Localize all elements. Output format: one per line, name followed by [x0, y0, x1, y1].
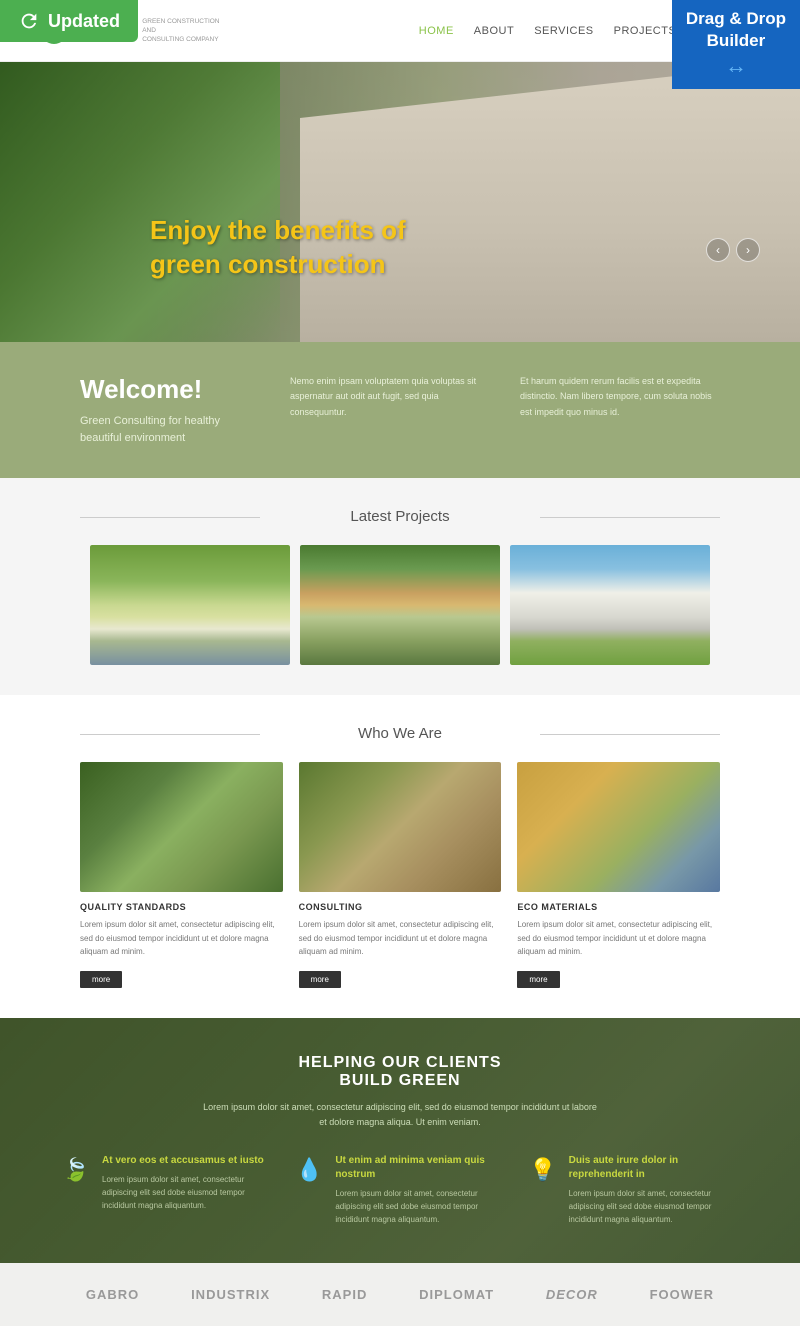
partner-diplomat: DIPLOMAT: [419, 1287, 494, 1302]
hero-arrows: ‹ ›: [706, 238, 760, 262]
welcome-text2: Et harum quidem rerum facilis est et exp…: [520, 374, 720, 420]
dnd-line2: Builder: [707, 31, 766, 50]
dnd-badge: Drag & Drop Builder ↔: [672, 0, 800, 89]
updated-badge: Updated: [0, 0, 138, 42]
helping-card-content-1: At vero eos et accusamus et iusto Lorem …: [102, 1154, 273, 1212]
who-more-btn-3[interactable]: more: [517, 971, 559, 988]
helping-icon-2: 💧: [293, 1154, 325, 1186]
hero-content: Enjoy the benefits of green construction: [150, 214, 406, 282]
partner-gabro: GABRO: [86, 1287, 139, 1302]
who-card-text-3: Lorem ipsum dolor sit amet, consectetur …: [517, 918, 720, 959]
hero-next-button[interactable]: ›: [736, 238, 760, 262]
hero-title: Enjoy the benefits of green construction: [150, 214, 406, 282]
who-card-title-2: CONSULTING: [299, 902, 502, 912]
project-card-2[interactable]: [300, 545, 500, 665]
welcome-section: Welcome! Green Consulting for healthy be…: [0, 342, 800, 478]
welcome-subtitle: Green Consulting for healthy beautiful e…: [80, 413, 260, 446]
helping-card-text-3: Lorem ipsum dolor sit amet, consectetur …: [569, 1188, 740, 1226]
who-card-title-3: ECO MATERIALS: [517, 902, 720, 912]
updated-label: Updated: [48, 11, 120, 32]
hero-prev-button[interactable]: ‹: [706, 238, 730, 262]
helping-card-title-2: Ut enim ad minima veniam quis nostrum: [335, 1154, 506, 1182]
partner-decor: decor: [546, 1287, 598, 1302]
who-card-title-1: QUALITY STANDARDS: [80, 902, 283, 912]
hero-plant-overlay: [0, 62, 280, 342]
project-image-1: [90, 545, 290, 665]
project-image-2: [300, 545, 500, 665]
helping-grid: 🍃 At vero eos et accusamus et iusto Lore…: [60, 1154, 740, 1226]
helping-icon-3: 💡: [527, 1154, 559, 1186]
helping-subtitle: Lorem ipsum dolor sit amet, consectetur …: [200, 1100, 600, 1131]
refresh-icon: [18, 10, 40, 32]
helping-card-text-1: Lorem ipsum dolor sit amet, consectetur …: [102, 1174, 273, 1212]
helping-card-title-3: Duis aute irure dolor in reprehenderit i…: [569, 1154, 740, 1182]
helping-card-title-1: At vero eos et accusamus et iusto: [102, 1154, 273, 1168]
who-card-text-2: Lorem ipsum dolor sit amet, consectetur …: [299, 918, 502, 959]
who-image-1: [80, 762, 283, 892]
project-card-1[interactable]: [90, 545, 290, 665]
who-more-btn-2[interactable]: more: [299, 971, 341, 988]
dnd-line1: Drag & Drop: [686, 9, 786, 28]
helping-card-3: 💡 Duis aute irure dolor in reprehenderit…: [527, 1154, 740, 1226]
helping-section: HELPING OUR CLIENTSBUILD GREEN Lorem ips…: [0, 1018, 800, 1263]
partner-rapid: RAPID: [322, 1287, 367, 1302]
helping-card-1: 🍃 At vero eos et accusamus et iusto Lore…: [60, 1154, 273, 1226]
nav-services[interactable]: SERVICES: [534, 25, 593, 37]
welcome-title: Welcome!: [80, 374, 260, 405]
dnd-arrows-icon: ↔: [686, 52, 786, 81]
who-card-3: ECO MATERIALS Lorem ipsum dolor sit amet…: [517, 762, 720, 988]
who-card-text-1: Lorem ipsum dolor sit amet, consectetur …: [80, 918, 283, 959]
latest-projects-title: Latest Projects: [80, 508, 720, 525]
page-wrapper: Updated Drag & Drop Builder ↔ Gobo GREEN…: [0, 0, 800, 1326]
helping-card-content-2: Ut enim ad minima veniam quis nostrum Lo…: [335, 1154, 506, 1226]
projects-grid: [80, 545, 720, 665]
nav-projects[interactable]: PROJECTS: [614, 25, 677, 37]
partner-industrix: INDUSTRIX: [191, 1287, 270, 1302]
who-image-2: [299, 762, 502, 892]
helping-title: HELPING OUR CLIENTSBUILD GREEN: [60, 1054, 740, 1090]
project-card-3[interactable]: [510, 545, 710, 665]
who-we-are-title: Who We Are: [80, 725, 720, 742]
welcome-text1: Nemo enim ipsam voluptatem quia voluptas…: [290, 374, 490, 420]
who-grid: QUALITY STANDARDS Lorem ipsum dolor sit …: [80, 762, 720, 988]
project-image-3: [510, 545, 710, 665]
hero-section: Enjoy the benefits of green construction…: [0, 62, 800, 342]
logo-tagline: GREEN CONSTRUCTION ANDCONSULTING COMPANY: [142, 17, 232, 44]
partners-section: GABRO INDUSTRIX RAPID DIPLOMAT decor FOO…: [0, 1263, 800, 1326]
helping-card-content-3: Duis aute irure dolor in reprehenderit i…: [569, 1154, 740, 1226]
who-image-3: [517, 762, 720, 892]
helping-icon-1: 🍃: [60, 1154, 92, 1186]
nav-home[interactable]: HOME: [419, 25, 454, 37]
who-more-btn-1[interactable]: more: [80, 971, 122, 988]
partner-foower: FOOWER: [650, 1287, 715, 1302]
who-card-1: QUALITY STANDARDS Lorem ipsum dolor sit …: [80, 762, 283, 988]
welcome-left: Welcome! Green Consulting for healthy be…: [80, 374, 260, 446]
latest-projects-section: Latest Projects: [0, 478, 800, 695]
who-card-2: CONSULTING Lorem ipsum dolor sit amet, c…: [299, 762, 502, 988]
helping-card-2: 💧 Ut enim ad minima veniam quis nostrum …: [293, 1154, 506, 1226]
nav-about[interactable]: ABOUT: [474, 25, 514, 37]
helping-card-text-2: Lorem ipsum dolor sit amet, consectetur …: [335, 1188, 506, 1226]
who-we-are-section: Who We Are QUALITY STANDARDS Lorem ipsum…: [0, 695, 800, 1018]
